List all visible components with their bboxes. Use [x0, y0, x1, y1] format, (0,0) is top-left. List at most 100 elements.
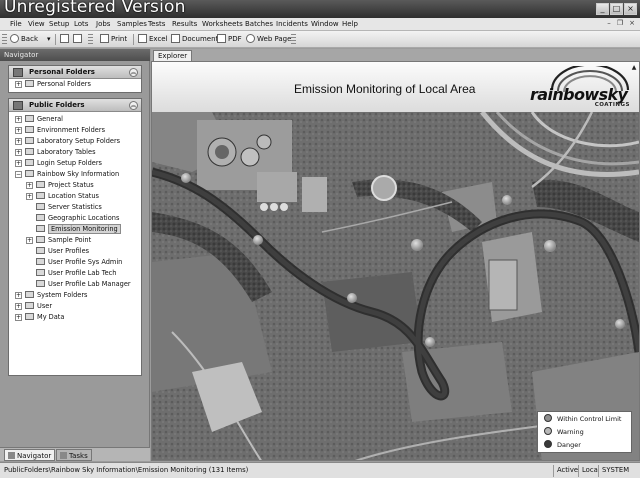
menu-tests[interactable]: Tests: [148, 20, 165, 28]
legend-dot-within: [544, 414, 552, 422]
excel-label: Excel: [149, 35, 168, 43]
menu-samples[interactable]: Samples: [117, 20, 147, 28]
minimize-button[interactable]: _: [596, 3, 609, 15]
public-folders-header[interactable]: Public Folders ︽: [9, 99, 141, 112]
tree-item[interactable]: + Login Setup Folders: [15, 158, 102, 169]
tree-item-label: User Profile Lab Tech: [48, 269, 117, 277]
tab-navigator[interactable]: Navigator: [4, 449, 56, 461]
tree-item[interactable]: − Rainbow Sky Information: [15, 169, 119, 180]
menu-setup[interactable]: Setup: [49, 20, 69, 28]
explorer-content: Emission Monitoring of Local Area rainbo…: [151, 61, 640, 461]
tree-item-label: Server Statistics: [48, 203, 102, 211]
collapse-icon[interactable]: ︽: [129, 101, 138, 110]
sensor-marker[interactable]: [502, 195, 512, 205]
expand-icon[interactable]: +: [15, 116, 22, 123]
toolbar-grip-2[interactable]: [88, 34, 93, 45]
tree-item[interactable]: User Profile Sys Admin: [26, 257, 122, 268]
tab-explorer[interactable]: Explorer: [153, 50, 193, 61]
expand-icon[interactable]: +: [15, 314, 22, 321]
folder-icon: [25, 302, 34, 309]
menu-help[interactable]: Help: [342, 20, 358, 28]
toolbar-grip-3[interactable]: [291, 34, 296, 45]
menu-incidents[interactable]: Incidents: [276, 20, 308, 28]
sensor-marker[interactable]: [181, 173, 191, 183]
menu-batches[interactable]: Batches: [245, 20, 273, 28]
maximize-button[interactable]: □: [610, 3, 623, 15]
tree-item[interactable]: + Sample Point: [26, 235, 91, 246]
tree-item[interactable]: + System Folders: [15, 290, 88, 301]
logo-sub: COATINGS: [594, 102, 630, 108]
tree-item[interactable]: + My Data: [15, 312, 64, 323]
menu-jobs[interactable]: Jobs: [96, 20, 110, 28]
document-button[interactable]: Document: [170, 33, 218, 46]
up-button[interactable]: [59, 33, 71, 46]
tree-item[interactable]: User Profile Lab Manager: [26, 279, 131, 290]
tree-item[interactable]: Server Statistics: [26, 202, 102, 213]
tree-item-label: Emission Monitoring: [48, 224, 121, 234]
sensor-marker[interactable]: [615, 319, 625, 329]
expand-icon[interactable]: +: [15, 138, 22, 145]
tree-item[interactable]: + Laboratory Tables: [15, 147, 96, 158]
menu-worksheets[interactable]: Worksheets: [202, 20, 243, 28]
collapse-icon[interactable]: ︽: [129, 68, 138, 77]
menu-results[interactable]: Results: [172, 20, 197, 28]
tree-item[interactable]: Geographic Locations: [26, 213, 119, 224]
menu-view[interactable]: View: [28, 20, 45, 28]
folder-icon: [36, 247, 45, 254]
tree-item[interactable]: + Environment Folders: [15, 125, 105, 136]
webpage-button[interactable]: Web Page: [245, 33, 291, 46]
collapse-tree-icon[interactable]: −: [15, 171, 22, 178]
mdi-minimize-button[interactable]: –: [604, 19, 614, 29]
sensor-marker[interactable]: [425, 337, 435, 347]
tree-item[interactable]: + User: [15, 301, 52, 312]
folder-icon: [25, 115, 34, 122]
pdf-button[interactable]: PDF: [216, 33, 242, 46]
tree-item-label: User Profile Sys Admin: [48, 258, 123, 266]
folder-icon: [36, 192, 45, 199]
word-document-icon: [171, 34, 180, 43]
expand-icon[interactable]: +: [26, 182, 33, 189]
toolbar-grip[interactable]: [2, 34, 7, 45]
menu-window[interactable]: Window: [311, 20, 339, 28]
user-folder-icon: [25, 80, 34, 87]
mdi-restore-button[interactable]: ❐: [615, 19, 625, 29]
back-label: Back: [21, 35, 38, 43]
menu-file[interactable]: File: [10, 20, 22, 28]
page-title: Emission Monitoring of Local Area: [294, 82, 476, 96]
tree-item[interactable]: + Location Status: [26, 191, 99, 202]
tree-item[interactable]: User Profile Lab Tech: [26, 268, 117, 279]
sensor-marker[interactable]: [544, 240, 556, 252]
mdi-close-button[interactable]: ×: [627, 19, 637, 29]
close-button[interactable]: ×: [624, 3, 637, 15]
expand-icon[interactable]: +: [15, 149, 22, 156]
menu-lots[interactable]: Lots: [74, 20, 88, 28]
refresh-button[interactable]: [72, 33, 84, 46]
tree-item[interactable]: + Laboratory Setup Folders: [15, 136, 120, 147]
excel-button[interactable]: Excel: [137, 33, 168, 46]
scroll-up-icon[interactable]: ▲: [630, 64, 638, 74]
tree-item[interactable]: + Project Status: [26, 180, 94, 191]
folder-icon: [36, 236, 45, 243]
tree-item[interactable]: Emission Monitoring: [26, 224, 121, 235]
print-button[interactable]: Print: [99, 33, 127, 46]
history-dropdown-button[interactable]: ▾: [46, 33, 51, 46]
expand-icon[interactable]: +: [15, 160, 22, 167]
expand-icon[interactable]: +: [15, 303, 22, 310]
back-button[interactable]: Back: [9, 33, 38, 46]
folder-group-icon: [13, 68, 23, 77]
aerial-map-image[interactable]: [152, 112, 639, 461]
personal-folders-header[interactable]: Personal Folders ︽: [9, 66, 141, 79]
explorer-tabstrip: Explorer: [151, 49, 640, 61]
expand-icon[interactable]: +: [15, 292, 22, 299]
sensor-marker[interactable]: [411, 239, 423, 251]
sensor-marker[interactable]: [253, 235, 263, 245]
expand-icon[interactable]: +: [26, 193, 33, 200]
expand-icon[interactable]: +: [15, 81, 22, 88]
tab-tasks[interactable]: Tasks: [56, 449, 92, 461]
expand-icon[interactable]: +: [26, 237, 33, 244]
sensor-marker[interactable]: [347, 293, 357, 303]
tree-item[interactable]: User Profiles: [26, 246, 89, 257]
tree-item[interactable]: + General: [15, 114, 63, 125]
tree-item-personal-folders[interactable]: + Personal Folders: [15, 79, 91, 90]
expand-icon[interactable]: +: [15, 127, 22, 134]
